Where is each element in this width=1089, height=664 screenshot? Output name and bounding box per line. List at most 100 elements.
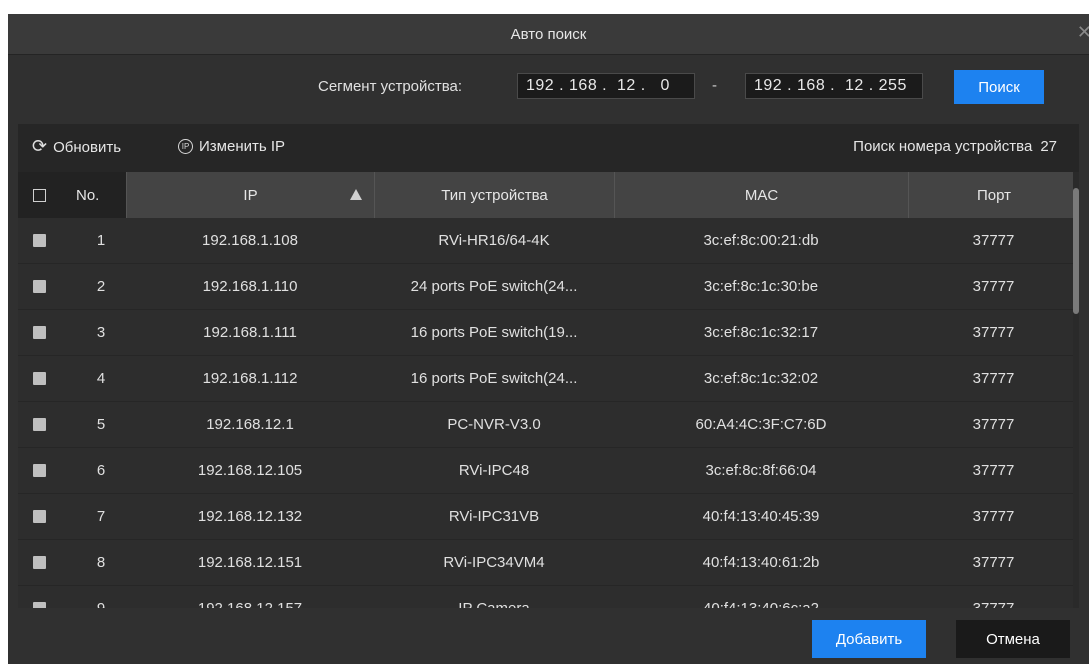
cell-device-type: 16 ports PoE switch(19... <box>410 324 578 341</box>
row-checkbox-cell[interactable] <box>18 540 60 586</box>
column-header-device-type[interactable]: Тип устройства <box>374 172 614 218</box>
table-row[interactable]: 7 192.168.12.132 RVi-IPC31VB 40:f4:13:40… <box>18 494 1079 540</box>
cell-no: 7 <box>96 508 106 525</box>
cell-port: 37777 <box>972 416 1015 433</box>
row-checkbox[interactable] <box>32 556 46 569</box>
cell-ip: 192.168.12.1 <box>206 416 294 433</box>
column-header-ip-label: IP <box>243 186 258 204</box>
cell-mac: 3c:ef:8c:1c:30:be <box>703 278 819 295</box>
cell-mac: 40:f4:13:40:45:39 <box>702 508 820 525</box>
table-row[interactable]: 1 192.168.1.108 RVi-HR16/64-4K 3c:ef:8c:… <box>18 218 1079 264</box>
row-checkbox[interactable] <box>32 326 46 339</box>
segment-label: Сегмент устройства: <box>318 78 463 95</box>
row-checkbox-cell[interactable] <box>18 494 60 540</box>
segment-end-ip-input[interactable]: 192 . 168 . 12 . 255 <box>745 73 923 99</box>
refresh-button[interactable]: ⟳ Обновить <box>32 138 121 156</box>
device-count-value: 27 <box>1040 138 1057 155</box>
segment-dash: - <box>712 77 717 94</box>
row-checkbox-cell[interactable] <box>18 218 60 264</box>
table-row[interactable]: 8 192.168.12.151 RVi-IPC34VM4 40:f4:13:4… <box>18 540 1079 586</box>
cell-no: 9 <box>60 586 126 608</box>
cell-port: 37777 <box>972 370 1015 387</box>
column-header-port[interactable]: Порт <box>908 172 1079 218</box>
cell-port: 37777 <box>972 278 1015 295</box>
cell-port: 37777 <box>972 508 1015 525</box>
change-ip-label: Изменить IP <box>199 138 286 155</box>
column-header-ip[interactable]: IP <box>126 172 374 218</box>
row-checkbox-cell[interactable] <box>18 448 60 494</box>
device-segment-row: Сегмент устройства: 192 . 168 . 12 . 0 -… <box>8 70 1089 104</box>
cancel-button[interactable]: Отмена <box>956 620 1070 658</box>
add-button[interactable]: Добавить <box>812 620 926 658</box>
table-row[interactable]: 6 192.168.12.105 RVi-IPC48 3c:ef:8c:8f:6… <box>18 448 1079 494</box>
table-row[interactable]: 2 192.168.1.110 24 ports PoE switch(24..… <box>18 264 1079 310</box>
row-checkbox[interactable] <box>32 602 46 608</box>
cell-no: 4 <box>96 370 106 387</box>
cell-device-type: PC-NVR-V3.0 <box>447 416 541 433</box>
cell-ip: 192.168.1.112 <box>202 370 298 387</box>
cell-mac: 3c:ef:8c:8f:66:04 <box>705 462 817 479</box>
table-scrollbar-thumb[interactable] <box>1073 188 1079 314</box>
cell-mac: 40:f4:13:40:61:2b <box>702 554 820 571</box>
cell-ip: 192.168.1.110 <box>202 278 298 295</box>
cell-device-type: IP Camera <box>374 586 614 608</box>
table-row[interactable]: 5 192.168.12.1 PC-NVR-V3.0 60:A4:4C:3F:C… <box>18 402 1079 448</box>
refresh-icon: ⟳ <box>32 136 48 157</box>
dialog-title: Авто поиск <box>510 25 587 43</box>
cell-mac: 3c:ef:8c:00:21:db <box>703 232 819 249</box>
row-checkbox-cell[interactable] <box>18 264 60 310</box>
row-checkbox[interactable] <box>32 418 46 431</box>
close-icon[interactable]: ✕ <box>1077 22 1089 43</box>
table-row[interactable]: 4 192.168.1.112 16 ports PoE switch(24..… <box>18 356 1079 402</box>
table-body: 1 192.168.1.108 RVi-HR16/64-4K 3c:ef:8c:… <box>18 218 1079 608</box>
cell-ip: 192.168.12.157 <box>126 586 374 608</box>
auto-search-dialog: Авто поиск ✕ Сегмент устройства: 192 . 1… <box>8 14 1089 664</box>
cell-mac: 3c:ef:8c:1c:32:02 <box>703 370 819 387</box>
column-header-no[interactable]: No. <box>60 172 126 218</box>
table-row[interactable]: 3 192.168.1.111 16 ports PoE switch(19..… <box>18 310 1079 356</box>
cell-no: 2 <box>96 278 106 295</box>
row-checkbox-cell[interactable] <box>18 310 60 356</box>
table-row[interactable]: 9 192.168.12.157 IP Camera 40:f4:13:40:6… <box>18 586 1079 608</box>
device-count: Поиск номера устройства 27 <box>853 138 1057 155</box>
cell-no: 3 <box>96 324 106 341</box>
row-checkbox[interactable] <box>32 234 46 247</box>
cell-port: 37777 <box>972 462 1015 479</box>
device-table: No. IP Тип устройства MAC Порт 1 192.168… <box>18 172 1079 608</box>
row-checkbox-cell[interactable] <box>18 402 60 448</box>
row-checkbox[interactable] <box>32 464 46 477</box>
cell-mac: 40:f4:13:40:6c:a2 <box>614 586 908 608</box>
cell-device-type: RVi-IPC34VM4 <box>443 554 545 571</box>
row-checkbox[interactable] <box>32 372 46 385</box>
cell-ip: 192.168.12.151 <box>197 554 303 571</box>
cell-port: 37777 <box>908 586 1079 608</box>
row-checkbox-cell[interactable] <box>18 356 60 402</box>
ip-icon: IP <box>178 139 193 154</box>
search-button[interactable]: Поиск <box>954 70 1044 104</box>
table-header: No. IP Тип устройства MAC Порт <box>18 172 1079 218</box>
cell-ip: 192.168.12.132 <box>197 508 303 525</box>
row-checkbox-cell[interactable] <box>18 586 60 608</box>
cell-device-type: RVi-IPC48 <box>458 462 530 479</box>
cell-no: 1 <box>96 232 106 249</box>
column-header-mac[interactable]: MAC <box>614 172 908 218</box>
cell-ip: 192.168.1.108 <box>202 232 298 249</box>
table-toolbar: ⟳ Обновить IP Изменить IP Поиск номера у… <box>18 124 1079 172</box>
cell-no: 6 <box>96 462 106 479</box>
cell-no: 5 <box>96 416 106 433</box>
select-all-checkbox[interactable] <box>32 188 46 202</box>
cell-device-type: RVi-HR16/64-4K <box>438 232 550 249</box>
cell-device-type: 24 ports PoE switch(24... <box>410 278 578 295</box>
dialog-titlebar: Авто поиск ✕ <box>8 14 1089 55</box>
cell-port: 37777 <box>972 232 1015 249</box>
cell-ip: 192.168.1.111 <box>203 324 297 341</box>
cell-no: 8 <box>96 554 106 571</box>
change-ip-button[interactable]: IP Изменить IP <box>178 138 285 155</box>
sort-ascending-icon <box>350 189 362 200</box>
row-checkbox[interactable] <box>32 510 46 523</box>
select-all-checkbox-cell[interactable] <box>18 172 60 218</box>
row-checkbox[interactable] <box>32 280 46 293</box>
cell-ip: 192.168.12.105 <box>197 462 303 479</box>
cell-mac: 3c:ef:8c:1c:32:17 <box>703 324 819 341</box>
segment-start-ip-input[interactable]: 192 . 168 . 12 . 0 <box>517 73 695 99</box>
